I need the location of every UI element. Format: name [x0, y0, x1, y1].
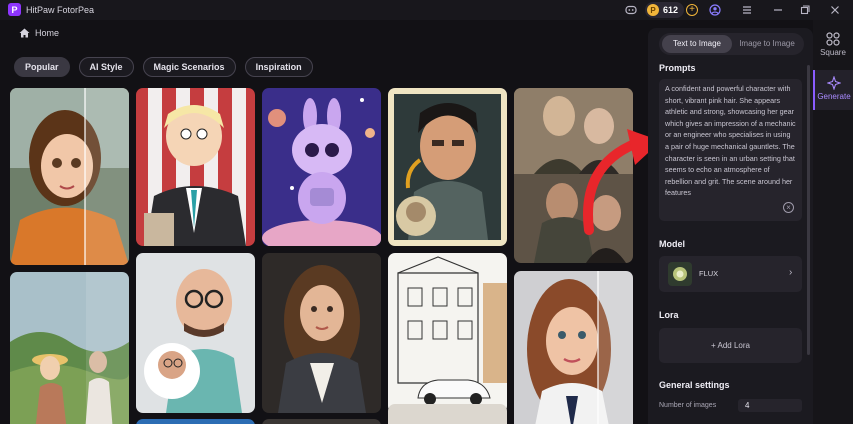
plus-icon[interactable]: +	[686, 4, 698, 16]
home-link[interactable]: Home	[19, 28, 59, 38]
discord-icon[interactable]	[625, 4, 637, 16]
tab-ai-style[interactable]: AI Style	[78, 57, 134, 77]
lora-title: Lora	[659, 310, 679, 320]
gallery-card[interactable]	[262, 419, 381, 424]
credits-count: 612	[663, 5, 679, 15]
menu-icon[interactable]	[741, 4, 753, 16]
gallery-card[interactable]	[388, 88, 507, 246]
chevron-right-icon: ›	[789, 267, 793, 278]
category-tabs: Popular AI Style Magic Scenarios Inspira…	[14, 57, 313, 77]
gallery-card[interactable]	[10, 272, 129, 424]
clear-icon[interactable]: ×	[783, 202, 794, 213]
gallery-card[interactable]	[262, 88, 381, 246]
tab-text-to-image[interactable]: Text to Image	[662, 35, 732, 53]
tab-inspiration[interactable]: Inspiration	[244, 57, 313, 77]
gallery-card[interactable]	[514, 271, 633, 424]
generate-icon	[826, 75, 842, 91]
image-gallery	[0, 85, 645, 424]
gallery-card[interactable]	[136, 419, 255, 424]
gallery-card[interactable]	[136, 253, 255, 413]
rail-square[interactable]: Square	[813, 26, 853, 66]
general-settings-title: General settings	[659, 380, 730, 390]
mode-toggle: Text to Image Image to Image	[659, 33, 804, 55]
close-icon[interactable]	[829, 4, 841, 16]
coin-icon: P	[647, 4, 659, 16]
gallery-card[interactable]	[262, 253, 381, 413]
number-of-images-stepper[interactable]: 4	[738, 399, 802, 412]
prompts-title: Prompts	[659, 63, 696, 73]
model-selector[interactable]: FLUX ›	[659, 256, 802, 292]
tab-image-to-image[interactable]: Image to Image	[732, 35, 802, 53]
app-title: HitPaw FotorPea	[26, 5, 95, 15]
prompt-textarea[interactable]: A confident and powerful character with …	[659, 79, 802, 221]
model-thumbnail	[668, 262, 692, 286]
tab-magic-scenarios[interactable]: Magic Scenarios	[142, 57, 236, 77]
app-logo-icon: P	[8, 3, 21, 16]
right-rail: Square Generate	[813, 20, 853, 424]
gallery-card[interactable]	[10, 88, 129, 265]
tab-popular[interactable]: Popular	[14, 57, 70, 77]
title-bar: P HitPaw FotorPea P 612 +	[0, 0, 853, 20]
rail-generate-label: Generate	[817, 92, 851, 101]
credits-badge[interactable]: P 612	[645, 2, 685, 18]
home-icon	[19, 28, 30, 38]
minimize-icon[interactable]	[772, 4, 784, 16]
add-lora-button[interactable]: + Add Lora	[659, 328, 802, 363]
gallery-card[interactable]	[388, 253, 507, 413]
rail-square-label: Square	[820, 48, 846, 57]
number-of-images-label: Number of images	[659, 402, 717, 409]
model-title: Model	[659, 239, 685, 249]
maximize-icon[interactable]	[799, 4, 811, 16]
model-name: FLUX	[699, 269, 719, 278]
home-label: Home	[35, 28, 60, 38]
gallery-card[interactable]	[388, 404, 507, 424]
square-icon	[826, 32, 840, 46]
number-of-images-value: 4	[745, 401, 750, 410]
gallery-card[interactable]	[136, 88, 255, 246]
number-of-images-row: Number of images 4	[659, 399, 802, 413]
user-icon[interactable]	[709, 4, 721, 16]
rail-generate[interactable]: Generate	[813, 70, 853, 110]
panel-scrollbar[interactable]	[807, 65, 810, 355]
